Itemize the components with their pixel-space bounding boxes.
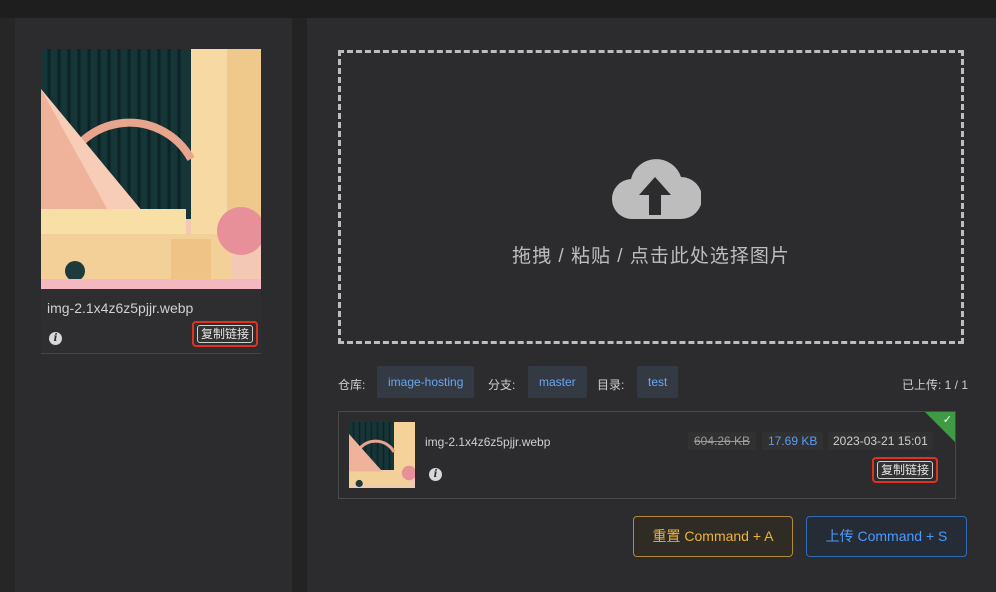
panel-divider: [292, 18, 307, 592]
reset-button[interactable]: 重置 Command + A: [633, 516, 793, 557]
directory-label: 目录:: [597, 378, 625, 392]
cloud-upload-icon: [611, 159, 701, 220]
image-card: img-2.1x4z6z5pjjr.webp i 复制链接: [41, 49, 261, 354]
branch-chip[interactable]: master: [528, 366, 587, 398]
directory-chip[interactable]: test: [637, 366, 679, 398]
image-filename: img-2.1x4z6z5pjjr.webp: [47, 300, 194, 316]
compressed-size: 17.69 KB: [762, 432, 824, 450]
repo-info-row: 仓库: image-hosting 分支: master 目录: test 已上…: [338, 366, 968, 398]
check-icon: ✓: [942, 414, 952, 426]
item-thumbnail[interactable]: [349, 422, 415, 488]
dropzone-text: 拖拽 / 粘贴 / 点击此处选择图片: [512, 246, 790, 267]
info-icon[interactable]: i: [49, 332, 62, 345]
upload-dropzone[interactable]: 拖拽 / 粘贴 / 点击此处选择图片: [338, 50, 964, 344]
image-thumbnail[interactable]: [41, 49, 261, 289]
item-filename: img-2.1x4z6z5pjjr.webp: [425, 435, 551, 449]
copy-link-button[interactable]: 复制链接: [192, 321, 259, 347]
top-bar: [0, 0, 996, 18]
repo-chip[interactable]: image-hosting: [377, 366, 475, 398]
upload-datetime: 2023-03-21 15:01: [828, 432, 933, 450]
repo-label: 仓库:: [338, 378, 366, 392]
original-size: 604.26 KB: [688, 432, 757, 450]
copy-link-label: 复制链接: [197, 325, 254, 343]
branch-label: 分支:: [488, 378, 516, 392]
copy-link-label: 复制链接: [877, 461, 934, 479]
uploaded-item: img-2.1x4z6z5pjjr.webp i 604.26 KB 17.69…: [338, 411, 956, 499]
upload-button[interactable]: 上传 Command + S: [806, 516, 967, 557]
copy-link-button[interactable]: 复制链接: [872, 457, 939, 483]
info-icon[interactable]: i: [429, 468, 442, 481]
upload-count: 已上传: 1 / 1: [901, 378, 968, 392]
